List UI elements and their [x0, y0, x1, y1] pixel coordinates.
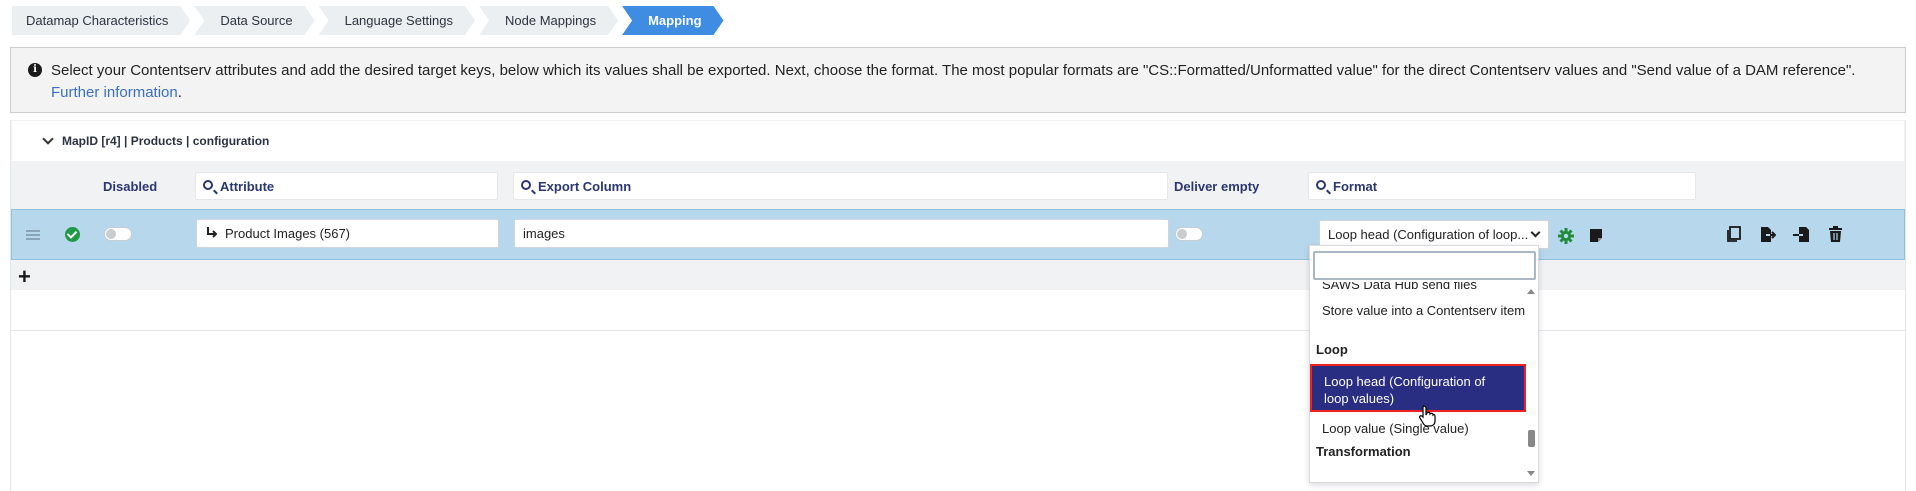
dropdown-search-input[interactable]	[1313, 251, 1536, 280]
format-filter[interactable]: Format	[1308, 172, 1696, 200]
hand-cursor-icon	[1419, 405, 1436, 427]
column-deliver-empty: Deliver empty	[1174, 179, 1260, 194]
column-export: Export Column	[538, 179, 632, 194]
scroll-up-icon[interactable]	[1527, 289, 1535, 294]
scrollbar-thumb[interactable]	[1528, 430, 1535, 447]
map-header[interactable]: MapID [r4] | Products | configuration	[12, 121, 1904, 161]
option-store-value[interactable]: Store value into a Contentserv item	[1322, 302, 1526, 319]
export-column-filter[interactable]: Export Column	[513, 172, 1168, 200]
column-disabled: Disabled	[103, 179, 158, 194]
divider	[11, 330, 1905, 331]
copy-icon[interactable]	[1725, 226, 1742, 243]
search-icon	[521, 180, 531, 190]
dropdown-list[interactable]: SAWS Data Hub send files Store value int…	[1310, 282, 1526, 482]
column-attribute: Attribute	[220, 179, 275, 194]
mapping-panel: MapID [r4] | Products | configuration Di…	[10, 120, 1906, 491]
column-format: Format	[1333, 179, 1378, 194]
breadcrumb: Datamap Characteristics Data Source Lang…	[12, 6, 728, 35]
further-information-link[interactable]: Further information	[51, 84, 178, 101]
info-box: i Select your Contentserv attributes and…	[10, 47, 1906, 113]
attribute-value: Product Images (567)	[225, 226, 351, 241]
add-mapping-button[interactable]: +	[18, 266, 31, 288]
group-transformation: Transformation	[1316, 444, 1411, 459]
format-value: Loop head (Configuration of loop...	[1328, 227, 1529, 242]
deliver-empty-toggle[interactable]	[1175, 227, 1203, 241]
export-icon[interactable]	[1759, 226, 1776, 243]
breadcrumb-step-node-mappings[interactable]: Node Mappings	[479, 6, 618, 35]
column-header-row: Disabled Attribute Export Column Deliver…	[11, 170, 1905, 204]
add-row: +	[11, 264, 1905, 290]
breadcrumb-step-data-source[interactable]: Data Source	[194, 6, 314, 35]
attribute-field[interactable]: Product Images (567)	[196, 219, 499, 248]
table-row[interactable]: Product Images (567) images Loop head (C…	[11, 209, 1905, 260]
breadcrumb-step-datamap-characteristics[interactable]: Datamap Characteristics	[12, 6, 190, 35]
export-column-input[interactable]: images	[514, 219, 1169, 248]
attribute-filter[interactable]: Attribute	[195, 172, 498, 200]
group-loop: Loop	[1316, 342, 1348, 357]
trash-icon[interactable]	[1827, 226, 1844, 243]
info-suffix: .	[177, 84, 182, 101]
drag-handle-icon[interactable]	[26, 230, 40, 242]
option-saws-data-hub[interactable]: SAWS Data Hub send files	[1322, 282, 1526, 293]
chevron-down-icon[interactable]	[42, 133, 54, 145]
chevron-down-icon	[1530, 227, 1541, 238]
note-icon[interactable]	[1589, 228, 1603, 243]
disabled-toggle[interactable]	[104, 227, 132, 241]
import-icon[interactable]	[1793, 226, 1810, 243]
format-dropdown[interactable]: SAWS Data Hub send files Store value int…	[1309, 245, 1539, 483]
breadcrumb-step-language-settings[interactable]: Language Settings	[319, 6, 475, 35]
search-icon	[203, 180, 213, 190]
option-loop-head[interactable]: Loop head (Configuration of loop values)	[1310, 364, 1526, 412]
info-text: Select your Contentserv attributes and a…	[51, 62, 1856, 79]
check-circle-icon	[65, 227, 80, 242]
scroll-down-icon[interactable]	[1527, 471, 1535, 476]
gear-icon[interactable]	[1558, 228, 1574, 244]
map-title: MapID [r4] | Products | configuration	[62, 134, 270, 148]
search-icon	[1316, 180, 1326, 190]
reference-arrow-icon	[207, 227, 218, 238]
breadcrumb-step-mapping[interactable]: Mapping	[622, 6, 723, 35]
info-icon: i	[28, 63, 42, 77]
